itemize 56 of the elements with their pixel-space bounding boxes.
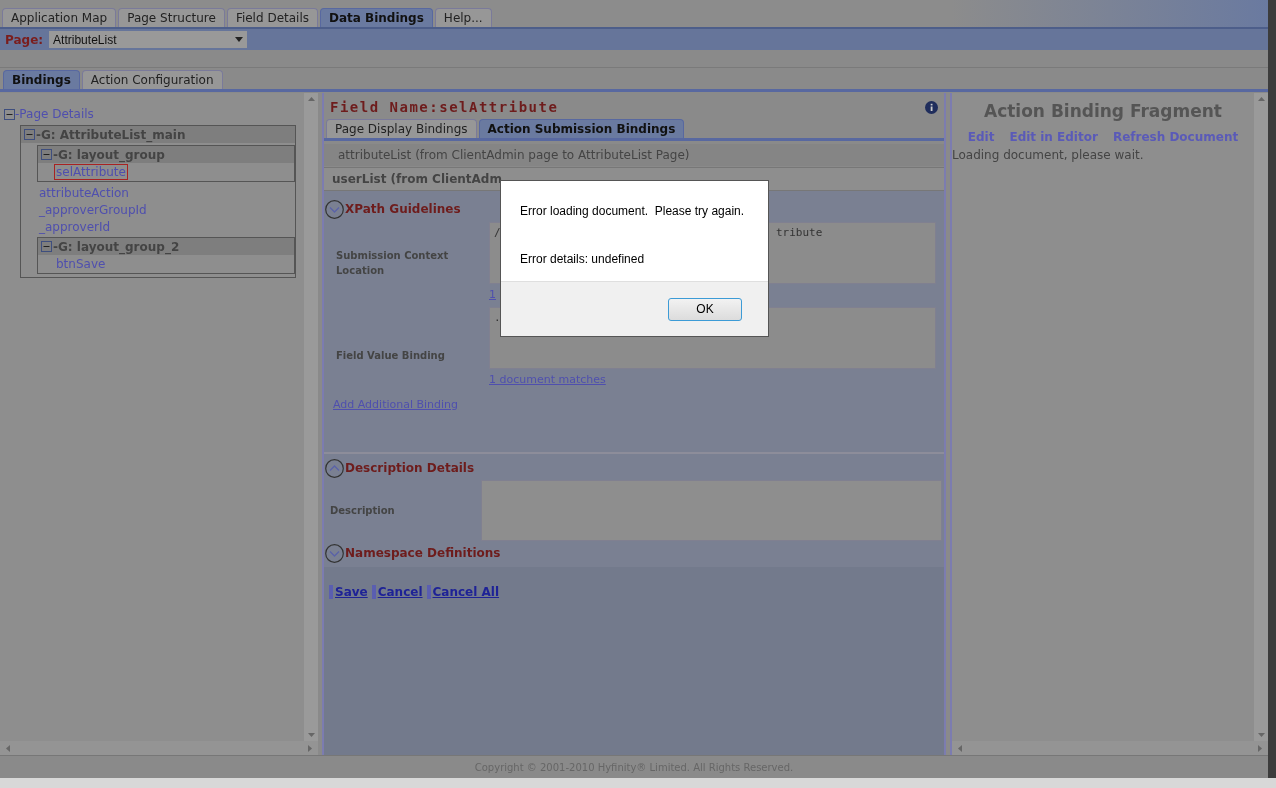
page-label: Page: [5, 31, 44, 49]
tree-item[interactable]: btnSave [54, 255, 108, 272]
scroll-down-icon[interactable] [1257, 733, 1265, 737]
action-link[interactable]: Cancel [377, 583, 423, 601]
tree-item[interactable]: -Page Details [15, 105, 94, 123]
chevron-down-icon[interactable] [325, 543, 344, 563]
tab[interactable]: Bindings [3, 70, 80, 89]
collapse-icon[interactable] [41, 241, 52, 252]
scroll-right-icon[interactable] [1258, 744, 1262, 752]
scroll-left-icon[interactable] [958, 744, 962, 752]
tree-item[interactable]: _approverGroupId [37, 201, 149, 218]
tab[interactable]: Help... [434, 8, 492, 27]
status-text: Loading document, please wait. [952, 146, 1144, 164]
error-message: Error loading document. Please try again. [520, 203, 746, 220]
page-select[interactable]: AttributeList [49, 31, 248, 48]
tree-item[interactable]: selAttribute [54, 163, 128, 180]
tree-item[interactable]: attributeAction [37, 184, 131, 201]
group-label: -G: layout_group [53, 146, 165, 164]
info-icon[interactable] [925, 100, 938, 114]
tab[interactable]: Field Details [226, 8, 318, 27]
tab[interactable]: Page Structure [118, 8, 225, 27]
scroll-up-icon[interactable] [307, 97, 315, 101]
scroll-right-icon[interactable] [308, 744, 312, 752]
group-label: -G: AttributeList_main [36, 126, 186, 144]
tab[interactable]: Application Map [2, 8, 117, 27]
section-title[interactable]: Namespace Definitions [345, 544, 501, 562]
scroll-down-icon[interactable] [307, 733, 315, 737]
tree-item[interactable]: _approverId [37, 218, 113, 235]
group-label: -G: layout_group_2 [53, 238, 180, 256]
tab[interactable]: Action Submission Bindings [478, 119, 685, 138]
section-title[interactable]: XPath Guidelines [345, 200, 461, 218]
section-title[interactable]: Description Details [345, 459, 475, 477]
tab[interactable]: Data Bindings [320, 8, 433, 27]
horizontal-scrollbar[interactable] [0, 741, 318, 755]
field-label: Submission Context Location [336, 249, 450, 278]
field-label: Description [330, 504, 395, 518]
collapse-icon[interactable] [41, 149, 52, 160]
error-details: Error details: undefined [520, 251, 646, 268]
dropdown-arrow-icon [235, 37, 244, 42]
scroll-up-icon[interactable] [1257, 97, 1265, 101]
collapse-icon[interactable] [4, 108, 15, 120]
collapse-icon[interactable] [24, 129, 35, 140]
horizontal-scrollbar[interactable] [952, 741, 1268, 755]
action-link[interactable]: Save [335, 583, 368, 601]
action-link[interactable]: Cancel All [432, 583, 500, 601]
vertical-scrollbar[interactable] [1254, 93, 1268, 741]
panel-title: Action Binding Fragment [984, 100, 1222, 123]
tab[interactable]: Action Configuration [81, 70, 223, 89]
chevron-up-icon[interactable] [325, 458, 344, 478]
scroll-left-icon[interactable] [6, 744, 10, 752]
ok-button[interactable]: OK [668, 297, 742, 321]
field-label: Field Value Binding [336, 349, 445, 363]
chevron-down-icon[interactable] [325, 199, 344, 219]
vertical-scrollbar[interactable] [304, 93, 318, 741]
tab[interactable]: Page Display Bindings [326, 119, 477, 138]
field-title: Field Name:selAttribute [330, 97, 559, 117]
